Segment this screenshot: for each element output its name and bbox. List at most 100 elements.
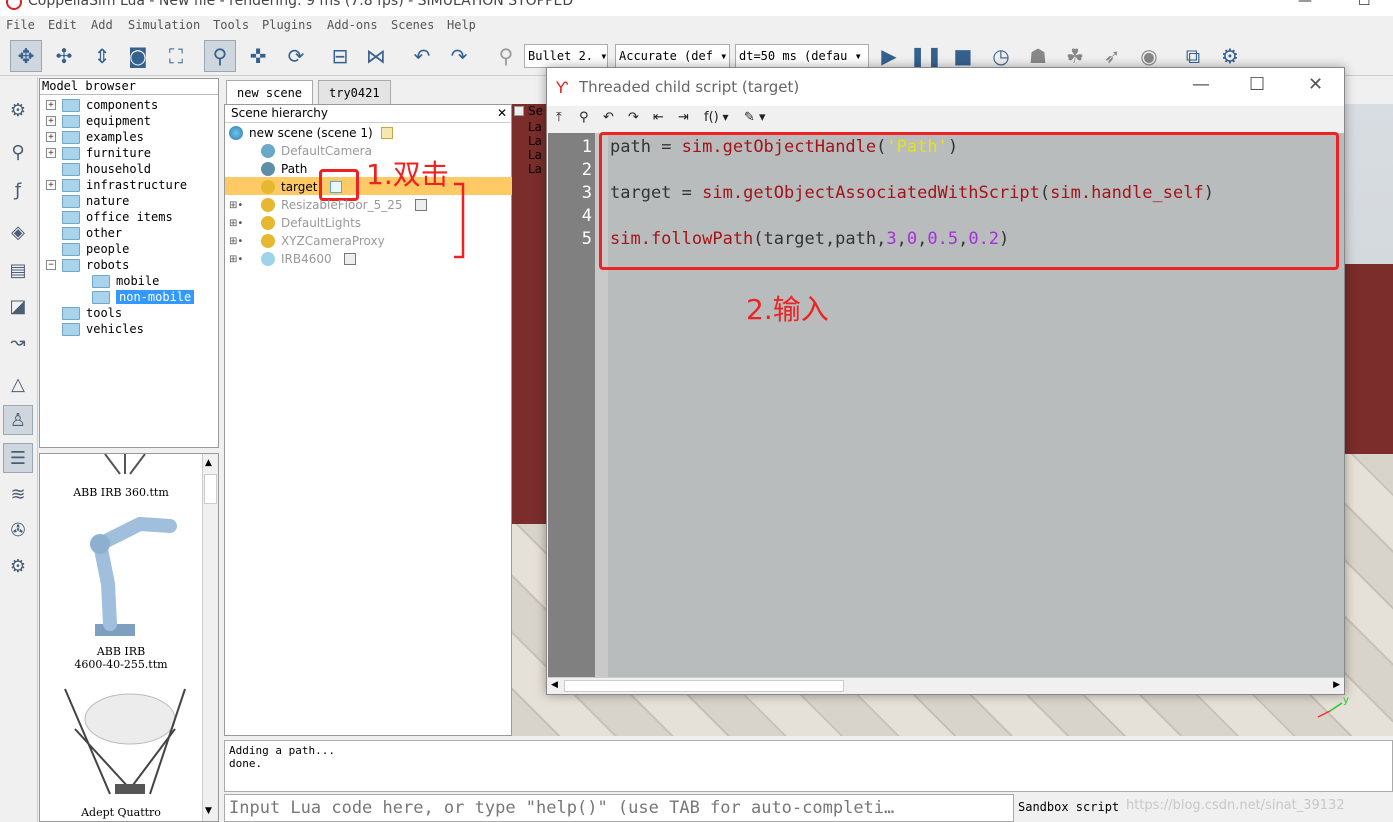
minimize-button[interactable]: —: [1298, 0, 1312, 9]
close-icon[interactable]: ✕: [497, 105, 507, 122]
undo-icon[interactable]: ↶: [406, 40, 438, 72]
scene-hierarchy-icon[interactable]: ☰: [3, 443, 33, 473]
model-folder-item[interactable]: mobile: [92, 273, 159, 289]
model-folder-item[interactable]: + equipment: [46, 113, 151, 129]
shape-edit-icon[interactable]: ◪: [3, 291, 33, 321]
transfer-dna-icon[interactable]: ⋈: [360, 40, 392, 72]
path-edit-icon[interactable]: ↝: [3, 327, 33, 357]
object-shift-icon[interactable]: ✜: [242, 40, 274, 72]
scene-object-path[interactable]: Path: [261, 160, 307, 178]
menu-add[interactable]: Add: [91, 18, 113, 32]
scripts-icon[interactable]: ▤: [3, 255, 33, 285]
simulation-settings-icon[interactable]: ⚙: [3, 95, 33, 125]
expand-icon[interactable]: +: [46, 116, 56, 126]
minimize-icon[interactable]: —: [1192, 74, 1210, 95]
expand-icon[interactable]: +: [46, 180, 56, 190]
timestep-select[interactable]: dt=50 ms (defau ▾: [735, 44, 869, 68]
thumbnail-label: Adept Quattro: [81, 806, 161, 819]
model-folder-item[interactable]: − robots: [46, 257, 129, 273]
accuracy-select[interactable]: Accurate (def ▾: [615, 44, 730, 68]
script-icon[interactable]: [329, 181, 342, 193]
expand-icon[interactable]: ⊞•: [229, 200, 255, 211]
expand-icon[interactable]: −: [46, 260, 56, 270]
menu-simulation[interactable]: Simulation: [128, 18, 200, 32]
redo-icon[interactable]: ↷: [443, 40, 475, 72]
menu-scenes[interactable]: Scenes: [391, 18, 434, 32]
video-recorder-icon[interactable]: ✇: [3, 515, 33, 545]
scene-object-defaultcamera[interactable]: DefaultCamera: [261, 142, 372, 160]
info-toggle-icon[interactable]: [514, 106, 524, 116]
tab-new-scene[interactable]: new scene: [226, 80, 314, 105]
selection-icon[interactable]: ⚲: [3, 137, 33, 167]
script-icon[interactable]: [380, 127, 393, 139]
camera-shift-icon[interactable]: ⇕: [86, 40, 118, 72]
snippets-icon[interactable]: ✎ ▾: [744, 110, 766, 125]
script-icon[interactable]: [343, 253, 356, 265]
tab-try0421[interactable]: try0421: [318, 80, 391, 104]
unindent-icon[interactable]: ⇤: [653, 110, 664, 125]
model-browser-icon[interactable]: ♙: [3, 405, 33, 435]
layers-icon[interactable]: ≋: [3, 479, 33, 509]
user-settings-icon[interactable]: ⚙: [3, 551, 33, 581]
scene-object-resizablefloor-5-25[interactable]: ⊞• ResizableFloor_5_25: [229, 196, 427, 214]
undo-icon[interactable]: ↶: [603, 110, 614, 125]
menu-addons[interactable]: Add-ons: [327, 18, 378, 32]
physics-engine-select[interactable]: Bullet 2. ▾: [524, 44, 608, 68]
sandbox-script-selector[interactable]: Sandbox script https://blog.csdn.net/sin…: [1016, 797, 1393, 819]
model-folder-item[interactable]: other: [46, 225, 122, 241]
script-icon[interactable]: [414, 199, 427, 211]
expand-icon[interactable]: +: [46, 148, 56, 158]
dynamics-icon[interactable]: ⚲: [490, 40, 522, 72]
model-folder-item[interactable]: + components: [46, 97, 158, 113]
model-folder-item[interactable]: household: [46, 161, 151, 177]
lua-command-input[interactable]: Input Lua code here, or type "help()" (u…: [224, 794, 1014, 822]
camera-pan-icon[interactable]: ✥: [10, 40, 42, 72]
model-folder-item[interactable]: people: [46, 241, 129, 257]
shapes-icon[interactable]: △: [3, 369, 33, 399]
indent-icon[interactable]: ⇥: [678, 110, 689, 125]
editor-horizontal-scrollbar[interactable]: ◀ ▶: [548, 677, 1344, 694]
model-folder-item[interactable]: + examples: [46, 129, 144, 145]
adept-quattro-thumbnail[interactable]: [55, 679, 195, 804]
menu-edit[interactable]: Edit: [48, 18, 77, 32]
expand-icon[interactable]: +: [46, 100, 56, 110]
menu-help[interactable]: Help: [447, 18, 476, 32]
upload-icon[interactable]: ⤒: [556, 110, 562, 125]
close-icon[interactable]: ✕: [1308, 74, 1323, 95]
function-menu-button[interactable]: f() ▾: [704, 110, 729, 125]
abb-irb360-thumbnail[interactable]: [95, 454, 155, 479]
model-folder-item[interactable]: nature: [46, 193, 129, 209]
scene-object-target[interactable]: target: [261, 178, 342, 196]
model-folder-item[interactable]: + infrastructure: [46, 177, 187, 193]
click-select-icon[interactable]: ⚲: [204, 40, 236, 72]
object-rotate-icon[interactable]: ⟳: [280, 40, 312, 72]
assembly-icon[interactable]: ⊟: [324, 40, 356, 72]
model-folder-item[interactable]: office items: [46, 209, 173, 225]
expand-icon[interactable]: ⊞•: [229, 236, 255, 247]
scene-object-defaultlights[interactable]: ⊞• DefaultLights: [229, 214, 361, 232]
redo-icon[interactable]: ↷: [628, 110, 639, 125]
calculation-modules-icon[interactable]: ƒ: [3, 175, 33, 205]
model-folder-item[interactable]: vehicles: [46, 321, 144, 337]
model-folder-item[interactable]: non-mobile: [92, 289, 195, 305]
expand-icon[interactable]: ⊞•: [229, 218, 255, 229]
menu-tools[interactable]: Tools: [213, 18, 249, 32]
expand-icon[interactable]: ⊞•: [229, 254, 255, 265]
menu-plugins[interactable]: Plugins: [262, 18, 313, 32]
collections-icon[interactable]: ◈: [3, 217, 33, 247]
expand-icon[interactable]: +: [46, 132, 56, 142]
camera-rotate-icon[interactable]: ✣: [48, 40, 80, 72]
camera-angle-icon[interactable]: ◙: [122, 40, 154, 72]
scene-object-xyzcameraproxy[interactable]: ⊞• XYZCameraProxy: [229, 232, 385, 250]
search-icon[interactable]: ⚲: [579, 110, 589, 125]
abb-irb4600-thumbnail[interactable]: [70, 514, 180, 639]
maximize-icon[interactable]: ☐: [1249, 74, 1265, 95]
model-folder-item[interactable]: + furniture: [46, 145, 151, 161]
scene-object-irb4600[interactable]: ⊞• IRB4600: [229, 250, 356, 268]
menu-file[interactable]: File: [6, 18, 35, 32]
scene-root[interactable]: new scene (scene 1): [229, 124, 393, 142]
thumbnails-scrollbar[interactable]: ▲ ▼: [202, 454, 218, 821]
fit-to-view-icon[interactable]: ⛶: [160, 40, 192, 72]
model-folder-item[interactable]: tools: [46, 305, 122, 321]
maximize-button[interactable]: ☐: [1358, 0, 1371, 9]
